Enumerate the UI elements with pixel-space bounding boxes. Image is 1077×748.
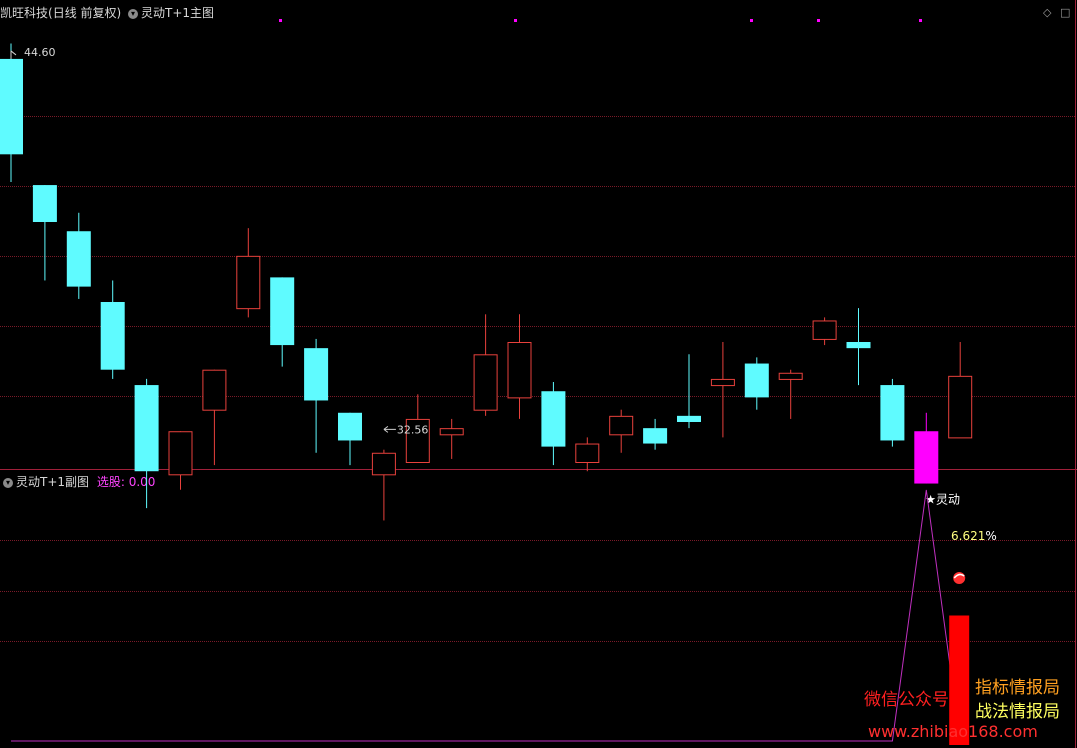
candle-body [304, 348, 329, 401]
candle-body [338, 412, 362, 441]
watermark-brand-2: 战法情报局 [975, 702, 1060, 722]
candle-body [32, 185, 57, 222]
candle-body [609, 415, 634, 436]
candle-body [371, 452, 396, 476]
candlestick-chart[interactable]: 44.60 32.56 ★灵动 [0, 0, 1077, 748]
signal-line [11, 489, 961, 742]
candle-body [66, 231, 91, 287]
watermark-wechat: 微信公众号 [864, 690, 949, 710]
chart-window: 凯旺科技(日线 前复权) ▾ 灵动T+1主图 ◇ □ ▾ 灵动T+1副图 选股: 0… [0, 0, 1077, 748]
candle-body [202, 369, 227, 411]
signal-dot [279, 19, 282, 22]
candle-body [914, 431, 939, 484]
signal-dot [817, 19, 820, 22]
candle-body [168, 431, 193, 476]
candle-body [236, 255, 261, 310]
candle-body [541, 391, 566, 447]
signal-dot [750, 19, 753, 22]
high-price-label: 44.60 [24, 46, 56, 59]
high-arrow [10, 50, 17, 59]
candle-body [677, 415, 701, 422]
candle-body [0, 58, 23, 155]
percent-label: 6.621% [951, 529, 997, 543]
candle-body [473, 354, 498, 411]
candle-body [100, 302, 125, 370]
watermark-url: www.zhibiao168.com [868, 722, 1038, 741]
candle-body [439, 428, 464, 436]
candle-body [778, 372, 803, 380]
signal-label: ★灵动 [925, 493, 960, 507]
candle-body [880, 385, 905, 441]
signal-dot [514, 19, 517, 22]
candle-body [507, 342, 532, 399]
candle-body [812, 320, 837, 340]
candle-body [744, 363, 769, 398]
percent-sign: % [985, 529, 997, 543]
percent-value: 6.621 [951, 529, 986, 543]
low-arrow [383, 425, 396, 433]
signal-dot [919, 19, 922, 22]
candle-body [643, 428, 668, 444]
candle-body [270, 277, 295, 346]
candle-body [846, 342, 871, 349]
candle-body [948, 375, 973, 439]
watermark-brand-1: 指标情报局 [975, 678, 1060, 698]
candle-body [134, 385, 159, 472]
candle-body [575, 443, 600, 463]
low-price-label: 32.56 [397, 423, 429, 436]
candle-body [710, 378, 735, 387]
